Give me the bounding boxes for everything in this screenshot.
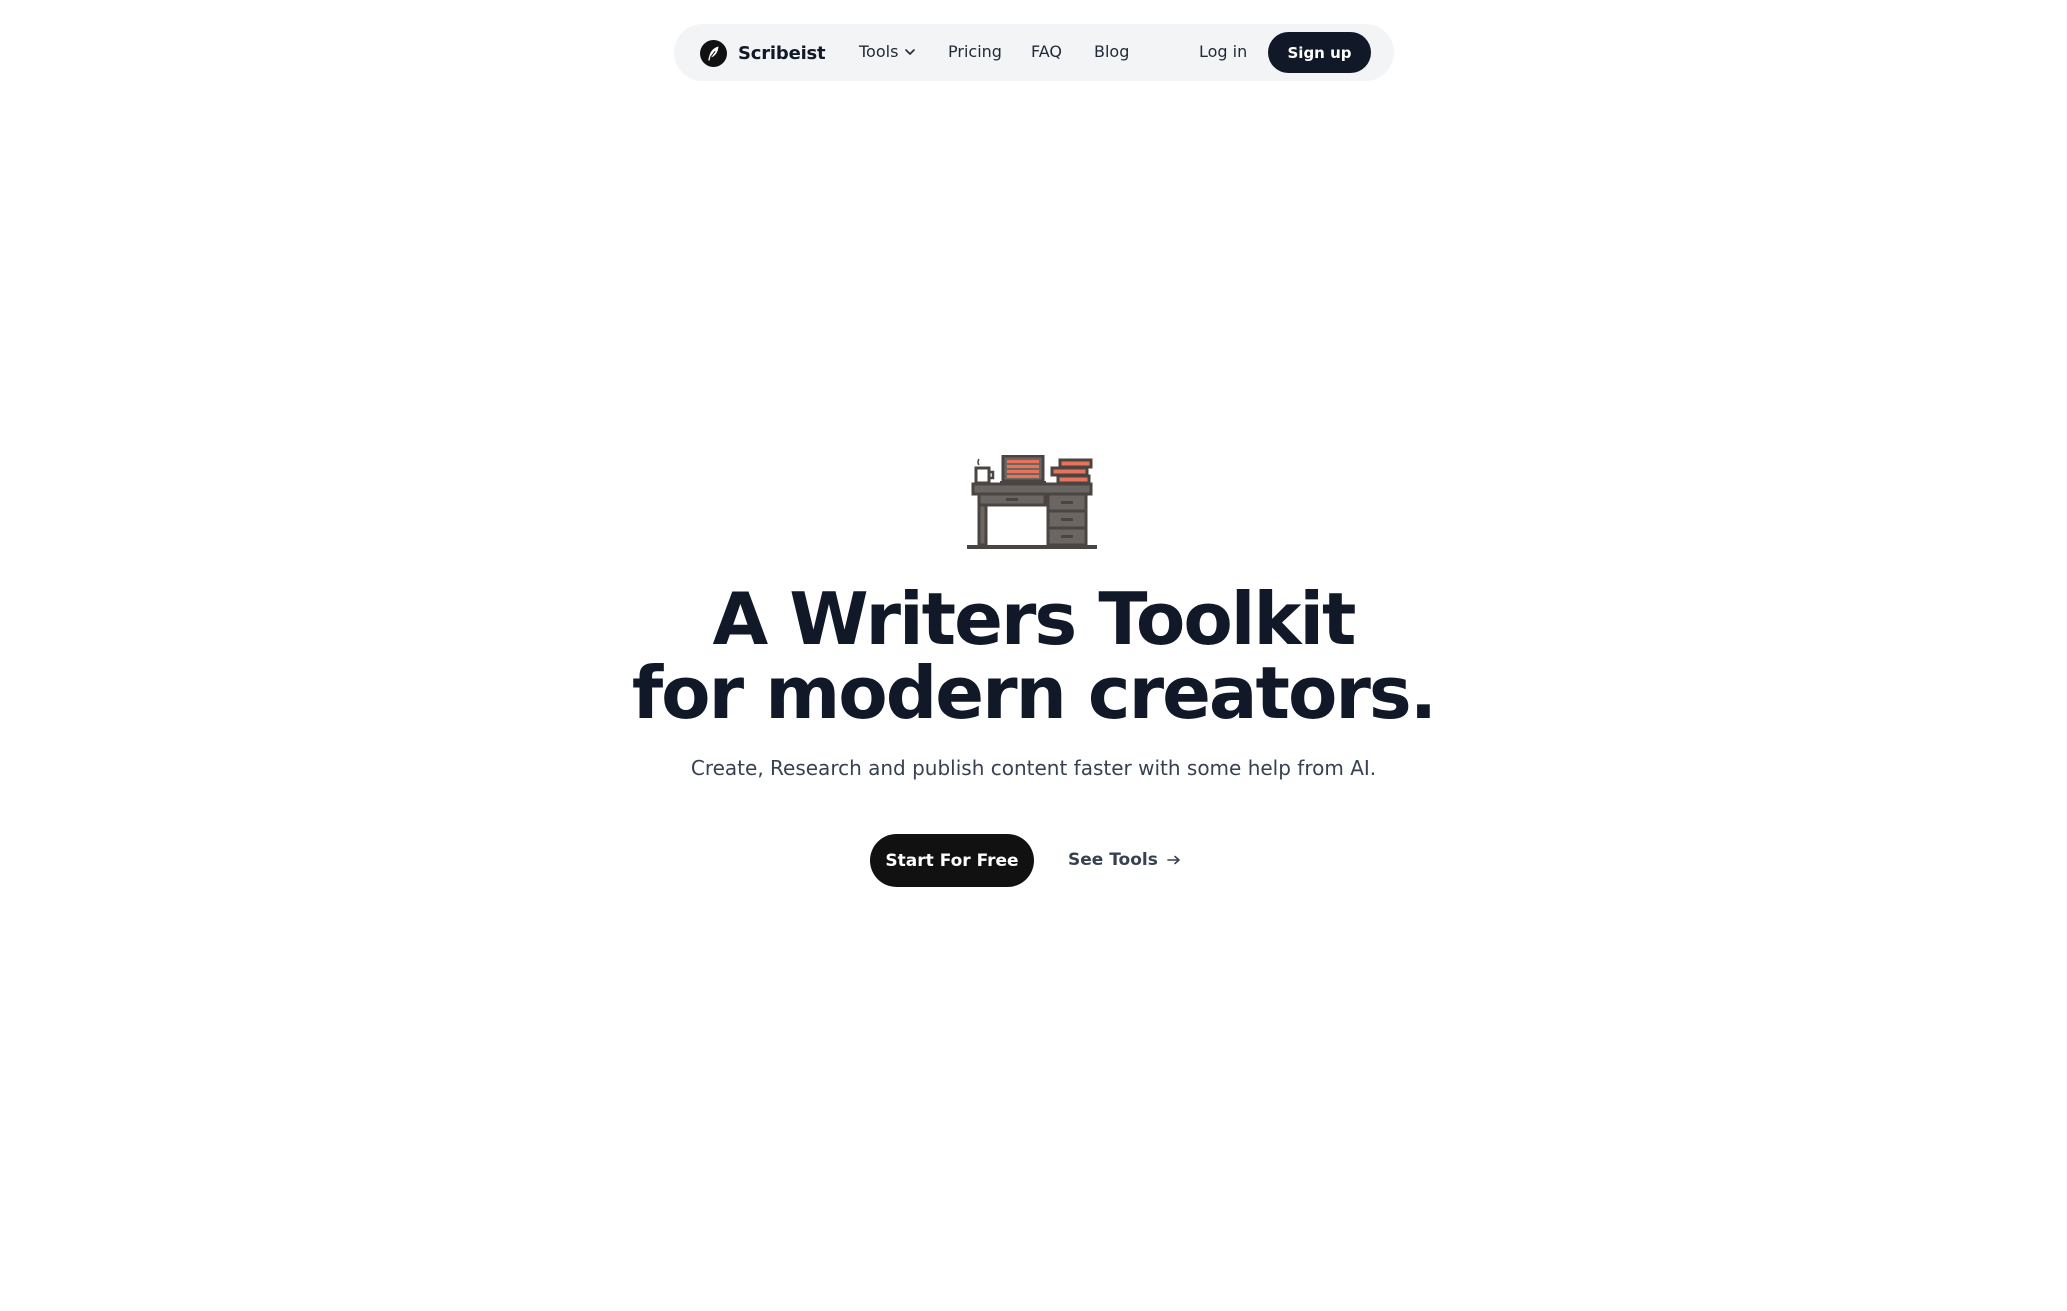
page: Scribeist Tools Pricing FAQ Blog Log in …: [0, 0, 2067, 1311]
writing-desk-icon: [966, 454, 1098, 551]
nav-pricing-link[interactable]: Pricing: [948, 42, 1002, 62]
nav-tools-dropdown[interactable]: Tools: [859, 42, 916, 62]
hero-title-line-1: A Writers Toolkit: [712, 577, 1357, 661]
hero-title-line-2: for modern creators.: [631, 651, 1437, 735]
see-tools-label: See Tools: [1068, 850, 1158, 870]
hero-title: A Writers Toolkit for modern creators.: [0, 582, 2067, 730]
nav-blog-link[interactable]: Blog: [1094, 42, 1129, 62]
top-navigation: Scribeist Tools Pricing FAQ Blog Log in …: [674, 24, 1394, 81]
chevron-down-icon: [904, 48, 916, 56]
brand-link[interactable]: Scribeist: [700, 39, 826, 67]
nav-faq-link[interactable]: FAQ: [1031, 42, 1062, 62]
signup-button[interactable]: Sign up: [1268, 32, 1371, 73]
nav-tools-label: Tools: [859, 42, 899, 61]
start-for-free-button[interactable]: Start For Free: [870, 834, 1034, 887]
hero-subtitle: Create, Research and publish content fas…: [690, 756, 1377, 780]
see-tools-link[interactable]: See Tools: [1068, 848, 1181, 872]
login-link[interactable]: Log in: [1199, 42, 1247, 62]
arrow-right-icon: [1167, 855, 1181, 865]
brand-name: Scribeist: [738, 42, 826, 64]
feather-icon: [700, 39, 727, 67]
